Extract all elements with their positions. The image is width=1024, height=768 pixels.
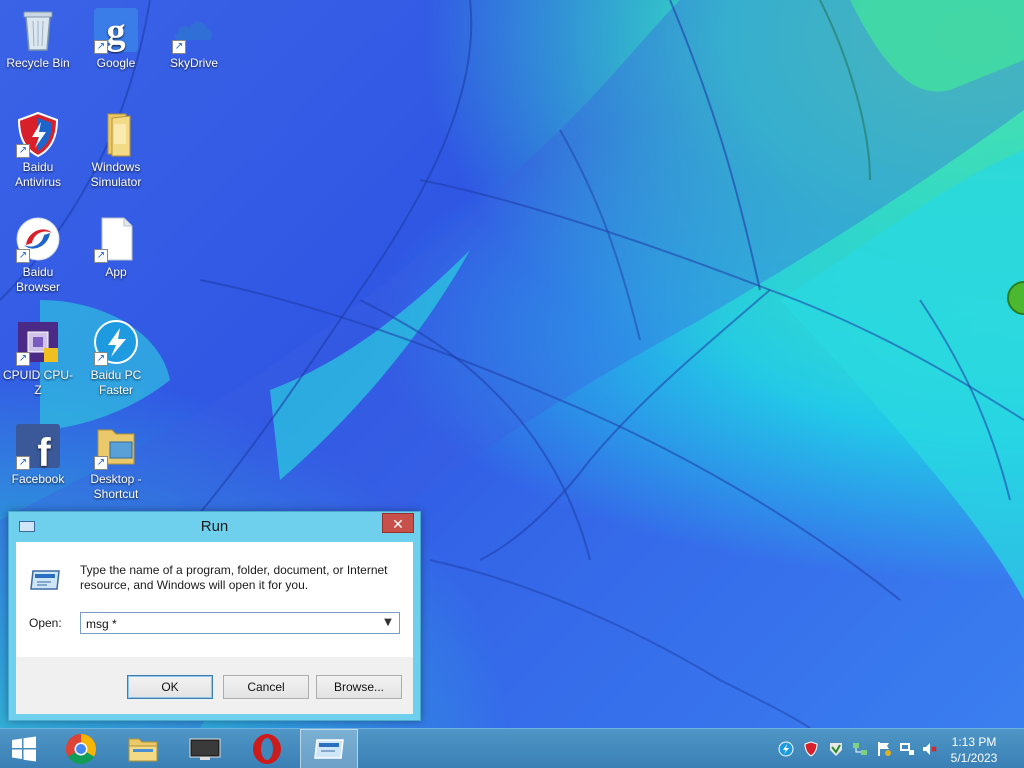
recycle-bin-icon <box>14 6 62 54</box>
windows-logo-icon <box>12 736 36 762</box>
desktop-icon-label: Baidu Browser <box>15 265 60 294</box>
desktop-icon-recycle-bin[interactable]: Recycle Bin <box>0 6 76 71</box>
file-explorer-icon <box>128 738 158 762</box>
shortcut-arrow-icon: ↗ <box>16 456 30 470</box>
desktop-icon-cpuid-cpu-z[interactable]: ↗ CPUID CPU-Z <box>0 318 76 398</box>
clock-date: 5/1/2023 <box>950 751 998 765</box>
baidu-pc-faster-tray-icon[interactable] <box>778 741 794 757</box>
close-button[interactable]: ✕ <box>382 513 414 533</box>
baidu-antivirus-icon: ↗ <box>14 110 62 158</box>
clock-time: 1:13 PM <box>951 735 997 749</box>
svg-text:g: g <box>107 11 126 53</box>
desktop-icon-skydrive[interactable]: ↗ SkyDrive <box>156 6 232 71</box>
facebook-icon: f ↗ <box>14 422 62 475</box>
taskbar-file-explorer[interactable] <box>116 729 170 768</box>
taskbar: 1:13 PM 5/1/2023 <box>0 728 1024 768</box>
svg-text:f: f <box>37 431 51 470</box>
taskbar-display[interactable] <box>178 729 232 768</box>
desktop-icon-label: SkyDrive <box>169 56 218 70</box>
desktop-icon-label: Baidu PC Faster <box>90 368 142 397</box>
network-icon[interactable] <box>899 741 915 757</box>
run-icon <box>29 569 61 591</box>
run-body: Type the name of a program, folder, docu… <box>16 542 413 714</box>
run-title: Run <box>200 518 229 535</box>
desktop-icon-label: Desktop - Shortcut <box>90 472 142 501</box>
security-tray-icon[interactable] <box>828 741 844 757</box>
desktop-icon-windows-simulator[interactable]: Windows Simulator <box>78 110 154 190</box>
opera-icon <box>253 734 281 764</box>
desktop-icon-label: Windows Simulator <box>90 160 142 189</box>
desktop-icon-baidu-antivirus[interactable]: ↗ Baidu Antivirus <box>0 110 76 190</box>
run-icon <box>314 739 344 759</box>
open-label: Open: <box>29 616 62 630</box>
skydrive-icon: ↗ <box>170 6 218 54</box>
start-button[interactable] <box>0 729 48 768</box>
chevron-down-icon[interactable]: ▼ <box>380 615 396 631</box>
shortcut-arrow-icon: ↗ <box>94 352 108 366</box>
ok-button[interactable]: OK <box>127 675 213 699</box>
shortcut-arrow-icon: ↗ <box>94 40 108 54</box>
desktop-icon-label: Baidu Antivirus <box>14 160 61 189</box>
cancel-button[interactable]: Cancel <box>223 675 309 699</box>
run-description: Type the name of a program, folder, docu… <box>80 563 388 592</box>
shortcut-arrow-icon: ↗ <box>16 249 30 263</box>
desktop-icon-desktop-shortcut[interactable]: ↗ Desktop - Shortcut <box>78 422 154 502</box>
shortcut-arrow-icon: ↗ <box>16 144 30 158</box>
shortcut-arrow-icon: ↗ <box>94 456 108 470</box>
taskbar-opera[interactable] <box>240 729 294 768</box>
taskbar-chrome[interactable] <box>54 729 108 768</box>
network-share-tray-icon[interactable] <box>852 741 868 757</box>
close-icon: ✕ <box>392 516 404 532</box>
run-title-icon <box>19 521 35 532</box>
clock[interactable]: 1:13 PM 5/1/2023 <box>944 734 1004 766</box>
desktop-icon-baidu-browser[interactable]: ↗ Baidu Browser <box>0 215 76 295</box>
shortcut-arrow-icon: ↗ <box>16 352 30 366</box>
desktop-folder-icon: ↗ <box>92 422 140 470</box>
chrome-icon <box>65 734 97 765</box>
file-icon: ↗ <box>92 215 140 263</box>
taskbar-run[interactable] <box>300 729 358 768</box>
baidu-antivirus-tray-icon[interactable] <box>803 741 819 757</box>
desktop-icon-google[interactable]: g ↗ Google <box>78 6 154 71</box>
desktop-icon-label: Recycle Bin <box>6 56 70 70</box>
open-combobox[interactable]: ▼ <box>80 612 400 634</box>
action-center-flag-icon[interactable] <box>876 741 892 757</box>
run-title-bar[interactable]: Run ✕ <box>9 512 420 542</box>
desktop-icon-baidu-pc-faster[interactable]: ↗ Baidu PC Faster <box>78 318 154 398</box>
desktop-icon-label: Facebook <box>11 472 65 486</box>
run-dialog: Run ✕ Type the name of a program, folder… <box>8 511 421 721</box>
google-icon: g ↗ <box>92 6 140 54</box>
folder-icon <box>92 110 140 158</box>
desktop-icon-label: Google <box>96 56 136 70</box>
baidu-browser-icon: ↗ <box>14 215 62 263</box>
desktop-icon-facebook[interactable]: f ↗ Facebook <box>0 422 76 487</box>
desktop-icon-label: App <box>105 265 127 279</box>
cpu-z-icon: ↗ <box>14 318 62 366</box>
baidu-pc-faster-icon: ↗ <box>92 318 140 366</box>
browse-button[interactable]: Browse... <box>316 675 402 699</box>
open-input[interactable] <box>81 614 371 634</box>
monitor-icon <box>189 738 221 760</box>
volume-muted-icon[interactable] <box>922 741 938 757</box>
desktop-icon-label: CPUID CPU-Z <box>2 368 73 397</box>
shortcut-arrow-icon: ↗ <box>94 249 108 263</box>
shortcut-arrow-icon: ↗ <box>172 40 186 54</box>
run-content-panel <box>16 542 413 657</box>
desktop-icon-app[interactable]: ↗ App <box>78 215 154 280</box>
